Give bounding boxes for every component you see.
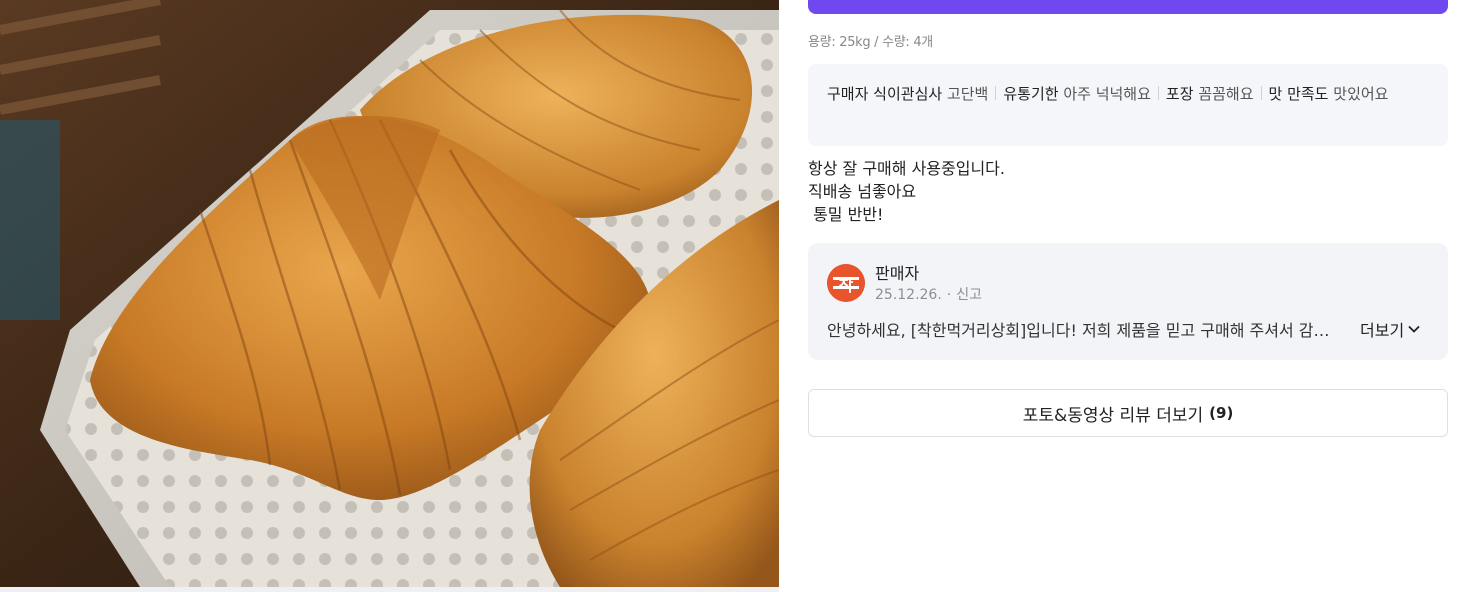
meta-separator: ·	[946, 287, 952, 303]
divider	[995, 86, 997, 100]
purchase-option: 용량: 25kg / 수량: 4개	[808, 35, 933, 50]
tag-value: 고단백	[946, 85, 989, 103]
review-tags: 구매자 식이관심사 고단백 유통기한 아주 넉넉해요 포장 꼼꼼해요 맛 만족도 맛있…	[808, 64, 1448, 146]
photo-more-label: 포토&동영상 리뷰 더보기	[1022, 405, 1204, 426]
tag-key: 맛 만족도	[1268, 85, 1329, 103]
croissant-image	[0, 0, 779, 587]
review-detail-panel: 용량: 25kg / 수량: 4개 구매자 식이관심사 고단백 유통기한 아주 넉…	[808, 0, 1448, 592]
review-line: 항상 잘 구매해 사용중입니다.	[808, 159, 1005, 178]
photo-review-more-button[interactable]: 포토&동영상 리뷰 더보기 (9)	[808, 389, 1448, 437]
primary-action-bar[interactable]	[808, 0, 1448, 14]
tag-key: 구매자 식이관심사	[827, 85, 943, 103]
divider	[1260, 86, 1262, 100]
tag-value: 아주 넉넉해요	[1063, 85, 1151, 103]
seller-logo-icon: 착	[827, 264, 865, 302]
seller-reply: 착 판매자 25.12.26. · 신고 안녕하세요, [착한먹거리상회]입니다! …	[808, 243, 1448, 360]
seller-logo-text: 착	[839, 276, 854, 295]
seller-name: 판매자	[875, 264, 920, 283]
expand-reply-button[interactable]: 더보기	[1360, 317, 1420, 341]
seller-meta: 25.12.26. · 신고	[875, 284, 982, 304]
review-line: 통밀 반반!	[808, 205, 884, 224]
review-photo[interactable]	[0, 0, 779, 587]
seller-reply-text: 안녕하세요, [착한먹거리상회]입니다! 저희 제품을 믿고 구매해 주셔서 감…	[827, 321, 1332, 340]
chevron-down-icon	[1408, 325, 1420, 333]
tag-key: 유통기한	[1003, 85, 1059, 103]
review-line: 직배송 넘좋아요	[808, 182, 917, 201]
reply-date: 25.12.26.	[875, 287, 942, 303]
tag-key: 포장	[1165, 85, 1194, 103]
photo-divider	[0, 587, 779, 592]
review-text: 항상 잘 구매해 사용중입니다. 직배송 넘좋아요 통밀 반반!	[808, 157, 1005, 226]
photo-review-count: (9)	[1209, 404, 1234, 422]
more-label: 더보기	[1360, 321, 1405, 340]
report-link[interactable]: 신고	[956, 287, 982, 303]
seller-avatar: 착	[827, 264, 865, 302]
divider	[1157, 86, 1159, 100]
tag-value: 맛있어요	[1333, 85, 1389, 103]
tag-value: 꼼꼼해요	[1198, 85, 1254, 103]
